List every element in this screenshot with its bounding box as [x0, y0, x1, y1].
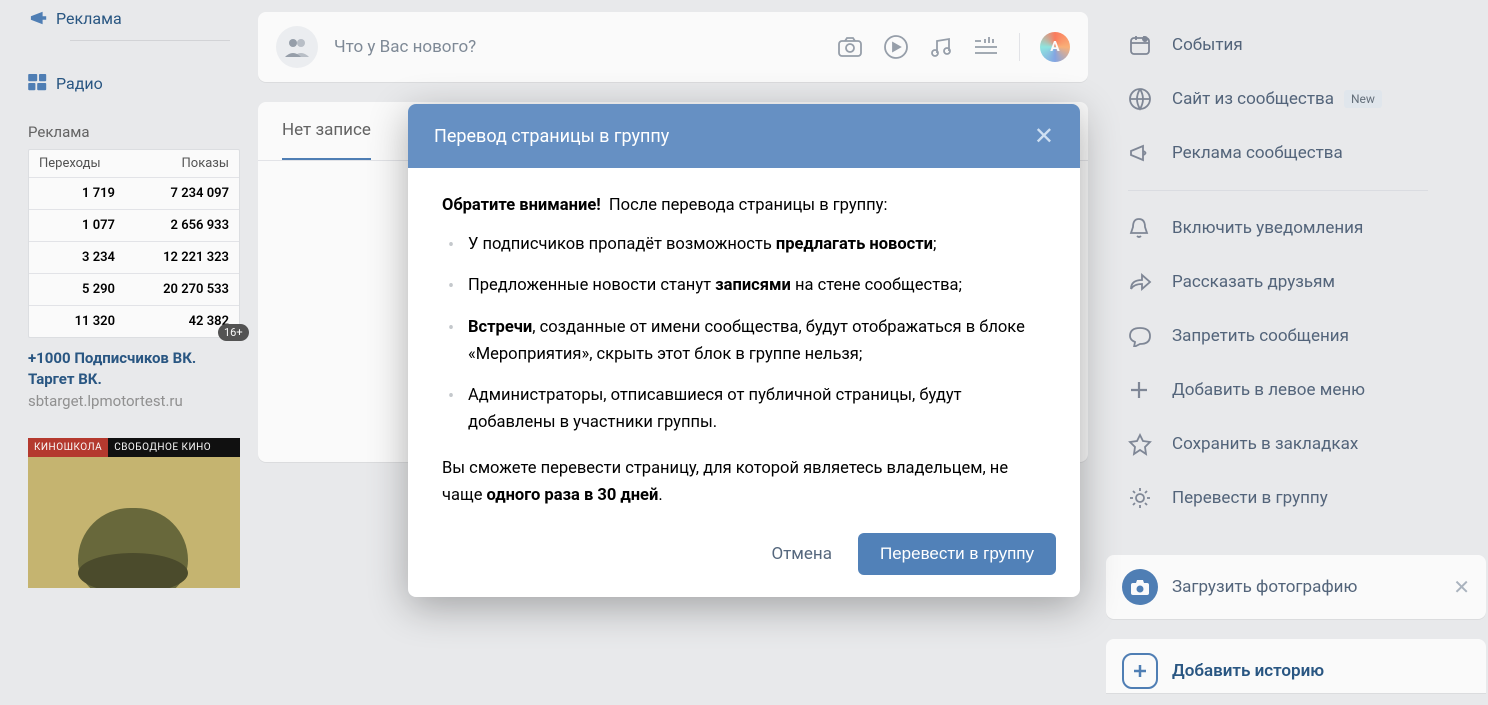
convert-button[interactable]: Перевести в группу — [858, 533, 1056, 575]
modal-bullet-1: У подписчиков пропадёт возможность предл… — [442, 231, 1046, 258]
modal-bullet-2: Предложенные новости станут записями на … — [442, 272, 1046, 299]
modal-lead: Обратите внимание! После перевода страни… — [442, 192, 1046, 219]
cancel-button[interactable]: Отмена — [763, 534, 840, 574]
modal-close-icon[interactable]: ✕ — [1034, 124, 1054, 148]
modal-footnote: Вы сможете перевести страницу, для котор… — [442, 455, 1046, 509]
modal-title: Перевод страницы в группу — [434, 126, 1034, 147]
convert-modal: Перевод страницы в группу ✕ Обратите вни… — [408, 104, 1080, 597]
modal-overlay: Перевод страницы в группу ✕ Обратите вни… — [0, 0, 1488, 705]
modal-bullet-3: Встречи, созданные от имени сообщества, … — [442, 314, 1046, 368]
modal-bullet-4: Администраторы, отписавшиеся от публично… — [442, 382, 1046, 436]
